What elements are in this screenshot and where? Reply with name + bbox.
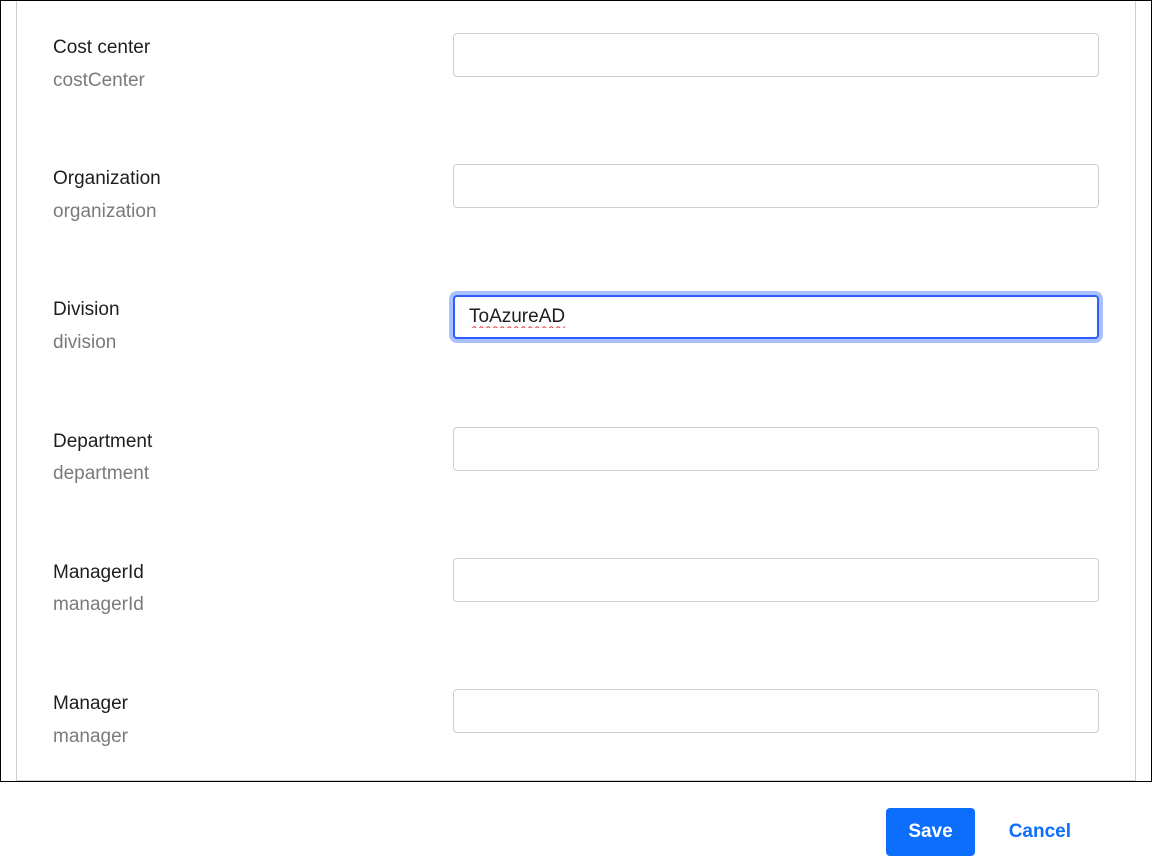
label-col-cost-center: Cost center costCenter — [53, 31, 453, 94]
label-cost-center: Cost center — [53, 35, 453, 62]
window-border: Cost center costCenter Organization orga… — [0, 0, 1152, 782]
label-col-manager-id: ManagerId managerId — [53, 556, 453, 619]
cost-center-input[interactable] — [453, 33, 1099, 77]
save-button[interactable]: Save — [886, 808, 974, 856]
sublabel-cost-center: costCenter — [53, 68, 453, 95]
cancel-button[interactable]: Cancel — [1009, 821, 1071, 843]
row-manager-id: ManagerId managerId — [53, 556, 1099, 619]
organization-input[interactable] — [453, 164, 1099, 208]
label-col-division: Division division — [53, 293, 453, 356]
input-col-organization — [453, 162, 1099, 208]
button-row: Save Cancel — [53, 808, 1099, 856]
input-col-cost-center — [453, 31, 1099, 77]
input-col-manager-id — [453, 556, 1099, 602]
manager-id-input[interactable] — [453, 558, 1099, 602]
row-cost-center: Cost center costCenter — [53, 31, 1099, 94]
label-department: Department — [53, 429, 453, 456]
manager-input[interactable] — [453, 689, 1099, 733]
sublabel-manager: manager — [53, 724, 453, 751]
label-col-department: Department department — [53, 425, 453, 488]
label-manager-id: ManagerId — [53, 560, 453, 587]
sublabel-manager-id: managerId — [53, 592, 453, 619]
row-department: Department department — [53, 425, 1099, 488]
input-col-division — [453, 293, 1099, 339]
row-division: Division division — [53, 293, 1099, 356]
sublabel-division: division — [53, 330, 453, 357]
form-panel: Cost center costCenter Organization orga… — [16, 1, 1136, 781]
label-organization: Organization — [53, 166, 453, 193]
label-division: Division — [53, 297, 453, 324]
label-manager: Manager — [53, 691, 453, 718]
division-input[interactable] — [453, 295, 1099, 339]
row-manager: Manager manager — [53, 687, 1099, 750]
sublabel-department: department — [53, 461, 453, 488]
input-col-department — [453, 425, 1099, 471]
label-col-manager: Manager manager — [53, 687, 453, 750]
sublabel-organization: organization — [53, 199, 453, 226]
row-organization: Organization organization — [53, 162, 1099, 225]
input-col-manager — [453, 687, 1099, 733]
label-col-organization: Organization organization — [53, 162, 453, 225]
department-input[interactable] — [453, 427, 1099, 471]
